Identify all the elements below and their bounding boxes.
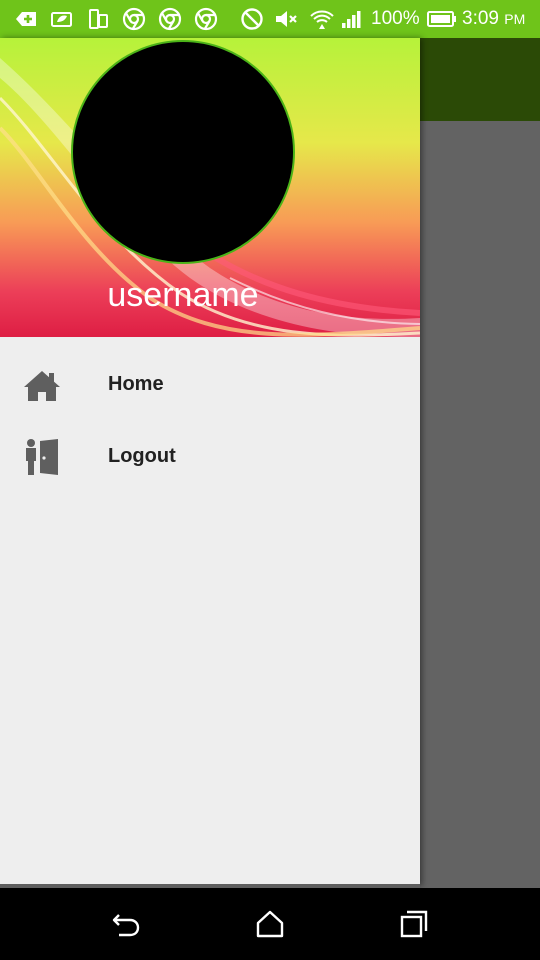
device-icon — [89, 9, 108, 29]
chrome-icon — [194, 7, 218, 31]
recents-icon[interactable] — [398, 908, 430, 940]
home-icon — [24, 371, 60, 401]
app-toolbar — [420, 38, 540, 121]
home-outline-icon[interactable] — [254, 908, 286, 940]
app-content-scrim[interactable] — [420, 121, 540, 888]
battery-icon — [427, 11, 456, 27]
navigation-drawer: username Home Logout — [0, 38, 420, 886]
username-label: username — [107, 276, 259, 314]
back-icon[interactable] — [110, 908, 142, 940]
menu-item-logout[interactable]: Logout — [0, 425, 420, 489]
menu-item-label: Logout — [108, 445, 176, 467]
chrome-icon — [158, 7, 182, 31]
clock: 3:09 PM — [462, 8, 526, 29]
signal-icon — [342, 11, 361, 28]
wifi-icon — [310, 10, 334, 29]
drawer-header: username — [0, 38, 420, 337]
menu-item-home[interactable]: Home — [0, 353, 420, 417]
do-not-disturb-icon — [241, 8, 263, 30]
menu-item-label: Home — [108, 373, 164, 395]
muted-volume-icon — [276, 11, 297, 27]
avatar[interactable] — [71, 40, 295, 264]
leaf-battery-icon — [51, 12, 72, 27]
system-nav-bar — [0, 888, 540, 960]
chrome-icon — [122, 7, 146, 31]
battery-percent: 100% — [371, 8, 420, 29]
status-bar: 100% 3:09 PM — [0, 0, 540, 38]
add-box-icon — [16, 12, 36, 26]
logout-door-icon — [26, 439, 58, 475]
